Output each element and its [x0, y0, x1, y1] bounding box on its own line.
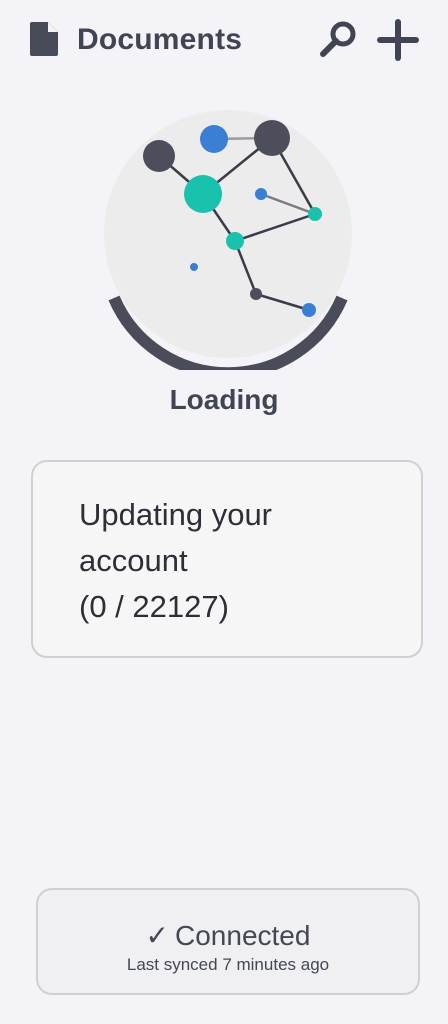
node-blue: [190, 263, 198, 271]
node-teal: [184, 175, 222, 213]
app-bar: Documents: [0, 0, 448, 80]
status-progress: (0 / 22127): [79, 589, 229, 624]
node-teal: [226, 232, 244, 250]
status-message: Updating your account (0 / 22127): [79, 492, 389, 630]
search-button[interactable]: [316, 18, 360, 62]
app-title: Documents: [77, 23, 243, 56]
sync-status-card: ✓ Connected Last synced 7 minutes ago: [36, 888, 420, 995]
node-dark: [143, 140, 175, 172]
loading-label: Loading: [169, 384, 279, 415]
node-blue: [302, 303, 316, 317]
search-icon: [320, 21, 356, 57]
connection-row: ✓ Connected: [38, 918, 418, 954]
status-line: account: [79, 543, 188, 578]
node-teal: [308, 207, 322, 221]
node-blue: [200, 125, 228, 153]
add-button[interactable]: [374, 18, 422, 62]
connection-status: Connected: [175, 920, 311, 951]
document-icon: [30, 22, 58, 56]
node-blue: [255, 188, 267, 200]
status-line: Updating your: [79, 497, 273, 532]
network-illustration: [104, 110, 352, 370]
check-icon: ✓: [145, 920, 170, 951]
node-dark: [250, 288, 262, 300]
plus-icon: [377, 19, 419, 61]
last-synced-text: Last synced 7 minutes ago: [126, 955, 330, 974]
node-dark: [254, 120, 290, 156]
status-card: Updating your account (0 / 22127): [31, 460, 423, 658]
